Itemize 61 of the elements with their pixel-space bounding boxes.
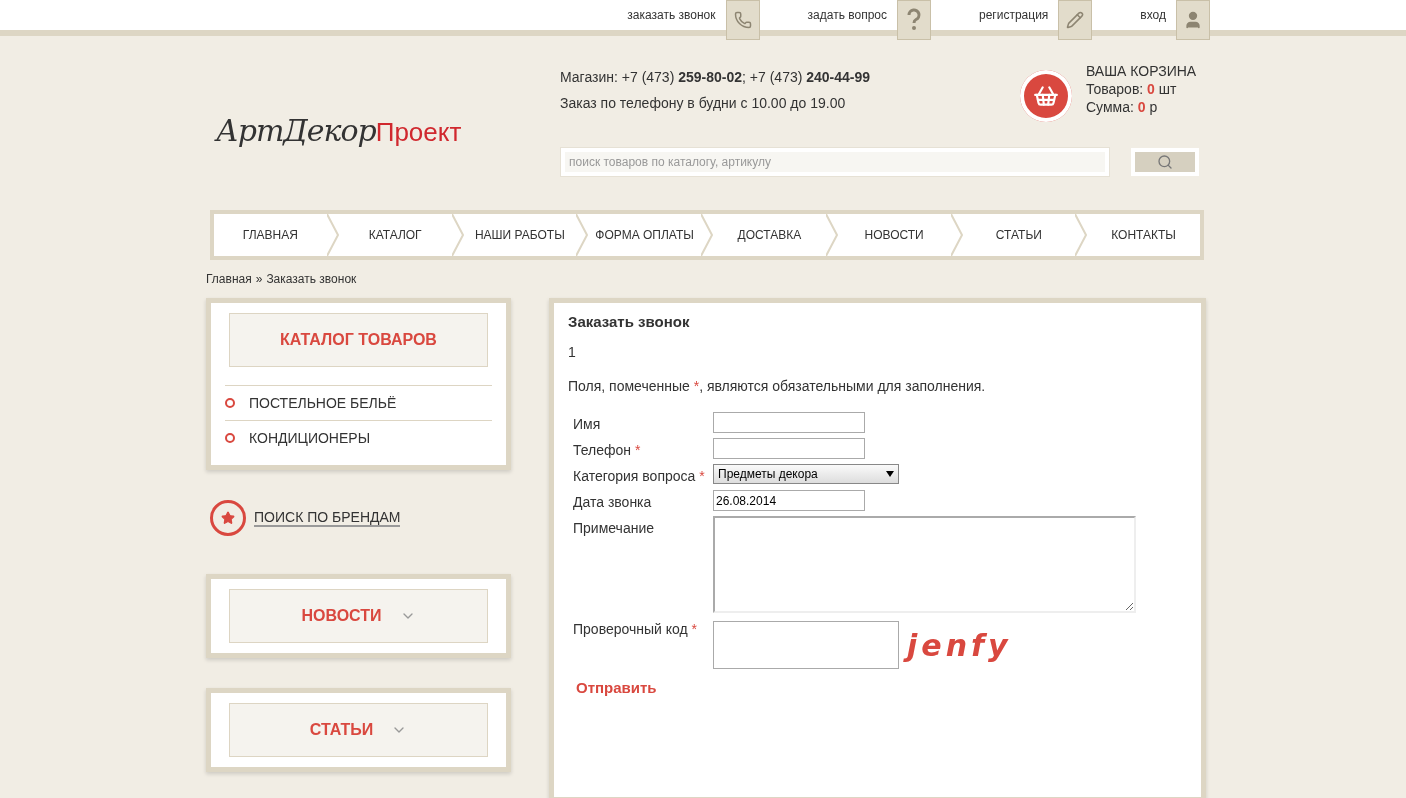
bullet-icon [225,398,235,408]
chevron-divider [326,214,339,256]
search-icon [1157,154,1173,170]
required-notice: Поля, помеченные *, являются обязательными для заполнения. [568,378,987,394]
top-link[interactable]: вход [1140,0,1166,30]
form-counter: 1 [568,344,577,360]
catalog-item[interactable]: ПОСТЕЛЬНОЕ БЕЛЬЁ [225,385,492,420]
chevron-divider [1075,214,1088,256]
search-field[interactable]: поиск товаров по каталогу, артикулу [561,148,1109,176]
phone-icon[interactable] [725,0,760,40]
breadcrumb-separator: » [255,272,263,286]
breadcrumb-current: Заказать звонок [266,272,357,286]
pencil-icon[interactable] [1058,0,1093,40]
breadcrumb-link[interactable]: Главная [206,272,252,286]
search-button[interactable] [1131,148,1199,176]
panel-header[interactable]: НОВОСТИ [229,589,488,643]
nav-link[interactable]: ФОРМА ОПЛАТЫ [588,214,701,256]
nav-link[interactable]: НОВОСТИ [837,214,951,256]
text-field[interactable] [713,438,865,459]
chevron-divider [701,214,713,256]
field-label: Дата звонка [573,493,653,512]
top-link[interactable]: регистрация [979,0,1049,30]
nav-link[interactable]: ДОСТАВКА [713,214,826,256]
top-link[interactable]: заказать звонок [627,0,716,30]
catalog-title: КАТАЛОГ ТОВАРОВ [229,313,488,367]
text-field[interactable] [713,412,865,433]
nav-link[interactable]: СТАТЬИ [962,214,1076,256]
field-label: Примечание [573,519,656,538]
user-icon[interactable] [1176,0,1210,40]
nav-link[interactable]: НАШИ РАБОТЫ [463,214,577,256]
captcha-field[interactable] [713,621,899,669]
catalog-item[interactable]: КОНДИЦИОНЕРЫ [225,420,492,455]
chevron-divider [950,214,963,256]
cart-items: Товаров: 0 шт [1086,80,1178,98]
question-mark-icon[interactable] [897,0,931,40]
field-label: Категория вопроса * [573,467,706,486]
order-hours: Заказ по телефону в будни с 10.00 до 19.00 [560,94,847,113]
text-field[interactable]: 26.08.2014 [713,490,865,511]
phone-numbers: Магазин: +7 (473) 259-80-02; +7 (473) 240-44-99 [560,68,872,87]
field-label: Проверочный код * [573,620,699,639]
form-title: Заказать звонок [568,313,691,330]
top-link[interactable]: задать вопрос [807,0,887,30]
nav-link[interactable]: ГЛАВНАЯ [214,214,327,256]
cart-sum: Сумма: 0 р [1086,98,1159,116]
brands-link[interactable]: ПОИСК ПО БРЕНДАМ [210,500,511,536]
field-label: Имя [573,415,602,434]
nav-link[interactable]: КАТАЛОГ [338,214,452,256]
basket-icon[interactable] [1020,70,1072,122]
nav-link[interactable]: КОНТАКТЫ [1087,214,1200,256]
logo[interactable]: АртДекорПроект [206,66,556,148]
chevron-divider [451,214,464,256]
field-label: Телефон * [573,441,642,460]
bullet-icon [225,433,235,443]
note-textarea[interactable] [713,516,1136,613]
chevron-divider [825,214,838,256]
chevron-divider [576,214,589,256]
cart-title: ВАША КОРЗИНА [1086,62,1197,80]
submit-button[interactable]: Отправить [568,673,665,702]
panel-header[interactable]: СТАТЬИ [229,703,488,757]
dropdown-arrow-icon [886,471,894,477]
category-dropdown[interactable]: Предметы декора [713,464,899,484]
